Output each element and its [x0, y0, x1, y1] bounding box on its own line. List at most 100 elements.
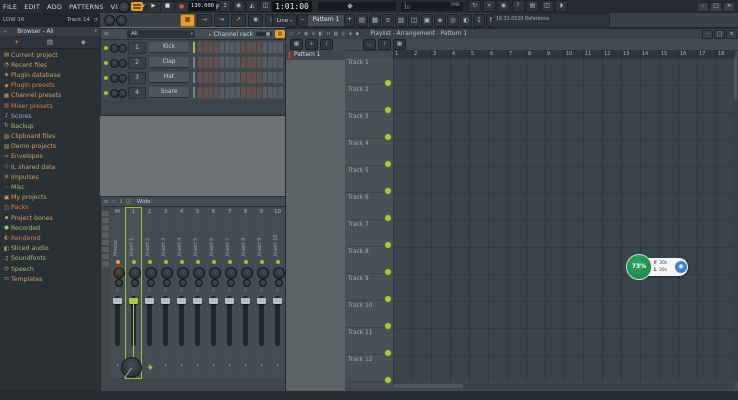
- plugin-database-icon[interactable]: ◈: [434, 14, 446, 27]
- graph-editor-button[interactable]: ▥: [275, 30, 285, 38]
- browser-item[interactable]: ▥ Mixer presets: [0, 101, 100, 111]
- zoom-icon[interactable]: ◎: [341, 31, 345, 37]
- mixer-sep-knob[interactable]: [275, 279, 283, 287]
- pencil-icon[interactable]: /: [378, 39, 391, 50]
- mixer-track[interactable]: 2 Insert 2 ↕ ▴: [142, 208, 157, 378]
- volume-fader[interactable]: [211, 296, 216, 346]
- main-volume-knob[interactable]: [104, 15, 115, 26]
- browser-item[interactable]: ▦ Channel presets: [0, 91, 100, 101]
- typing-keyboard-button[interactable]: ▦: [180, 14, 195, 27]
- mixer-track[interactable]: 3 Insert 3 ↕ ▴: [158, 208, 173, 378]
- mixer-mute-led[interactable]: [260, 260, 264, 264]
- menu-item[interactable]: EDIT: [24, 3, 40, 11]
- track-header[interactable]: Track 11: [345, 328, 393, 355]
- menu-item[interactable]: FILE: [3, 3, 17, 11]
- cut-icon[interactable]: ×: [483, 0, 496, 12]
- browser-item[interactable]: ◈ Plugin database: [0, 70, 100, 80]
- mixer-pan-knob[interactable]: [145, 267, 157, 279]
- mixer-mute-led[interactable]: [244, 260, 248, 264]
- track-mode-button[interactable]: [384, 322, 392, 330]
- mixer-track[interactable]: 7 Insert 7 ↕ ▴: [222, 208, 237, 378]
- fader-handle[interactable]: [113, 298, 122, 304]
- fader-handle[interactable]: [161, 298, 170, 304]
- track-mode-button[interactable]: [384, 349, 392, 357]
- track-mode-button[interactable]: [384, 79, 392, 87]
- recorder-percent-badge[interactable]: 73%: [626, 254, 652, 280]
- fader-handle[interactable]: [209, 298, 218, 304]
- plugin-slot-icon[interactable]: ◆: [148, 364, 153, 371]
- maximize-button[interactable]: □: [710, 2, 722, 12]
- mixer-titlebar[interactable]: ≡▭↥◫ Wide: [101, 197, 286, 207]
- mixer-track[interactable]: 1 Insert 1 ↕ ▴: [126, 208, 141, 378]
- mixer-mute-led[interactable]: [276, 260, 280, 264]
- minimize-button[interactable]: –: [697, 2, 709, 12]
- track-route-icon[interactable]: ▴: [206, 363, 221, 368]
- playlist-vertical-scrollbar[interactable]: [733, 58, 738, 382]
- recorder-camera-button[interactable]: ◉: [675, 261, 687, 273]
- browser-item[interactable]: ● Recorded: [0, 223, 100, 233]
- channel-name-button[interactable]: Clap: [149, 57, 189, 67]
- mixer-mute-led[interactable]: [228, 260, 232, 264]
- step-sequencer-cells[interactable]: [198, 87, 284, 98]
- track-route-icon[interactable]: ▴: [158, 363, 173, 368]
- volume-knob[interactable]: [118, 89, 127, 98]
- mixer-pan-knob[interactable]: [193, 267, 205, 279]
- touch-icon[interactable]: ◐: [460, 14, 472, 27]
- select-icon[interactable]: ▦: [333, 31, 338, 37]
- mixer-mute-led[interactable]: [212, 260, 216, 264]
- pattern-song-switch[interactable]: [131, 2, 143, 11]
- mixer-mute-led[interactable]: [180, 260, 184, 264]
- snap-selector[interactable]: Line ▾: [272, 14, 297, 27]
- volume-knob[interactable]: [118, 74, 127, 83]
- track-header[interactable]: Track 3: [345, 112, 393, 139]
- pattern-picker-item[interactable]: Pattern 1: [286, 50, 345, 60]
- playlist-grid[interactable]: [393, 58, 735, 382]
- mixer-track[interactable]: 10 Insert 10 ↕ ▴: [270, 208, 285, 378]
- mixer-pan-knob[interactable]: [209, 267, 221, 279]
- mixer-sep-knob[interactable]: [227, 279, 235, 287]
- track-mode-button[interactable]: [384, 187, 392, 195]
- step-sequencer-cells[interactable]: [198, 57, 284, 68]
- mixer-track[interactable]: 8 Insert 8 ↕ ▴: [238, 208, 253, 378]
- plugin-window-icon[interactable]: ◫: [541, 0, 554, 12]
- multilink-button[interactable]: ◉: [248, 14, 263, 27]
- browser-item[interactable]: ↻ Backup: [0, 121, 100, 131]
- mixer-sep-knob[interactable]: [195, 279, 203, 287]
- track-header[interactable]: Track 1: [345, 58, 393, 85]
- volume-fader[interactable]: [147, 296, 152, 346]
- track-route-icon[interactable]: ▴: [190, 363, 205, 368]
- mixer-view-icon[interactable]: ◫: [126, 199, 131, 205]
- track-route-icon[interactable]: ▴: [238, 363, 253, 368]
- playlist-horizontal-scrollbar[interactable]: [393, 383, 735, 389]
- export-icon[interactable]: ↧: [473, 14, 485, 27]
- volume-fader[interactable]: [131, 296, 136, 346]
- track-mode-button[interactable]: [384, 241, 392, 249]
- track-header[interactable]: Track 5: [345, 166, 393, 193]
- browser-item[interactable]: ◫ Packs: [0, 203, 100, 213]
- browser-item[interactable]: ▤ Current project: [0, 50, 100, 60]
- browser-item[interactable]: ◐ Rendered: [0, 233, 100, 243]
- mixer-track[interactable]: 5 Insert 5 ↕ ▴: [190, 208, 205, 378]
- mixer-pan-knob[interactable]: [273, 267, 285, 279]
- volume-fader[interactable]: [179, 296, 184, 346]
- browser-item[interactable]: ▭ Templates: [0, 274, 100, 284]
- track-mode-button[interactable]: [384, 106, 392, 114]
- mixer-menu-icon[interactable]: ≡: [104, 199, 108, 205]
- mixer-sep-knob[interactable]: [179, 279, 187, 287]
- browser-item[interactable]: ▧ Clipboard files: [0, 132, 100, 142]
- browser-icon[interactable]: ◫: [408, 14, 420, 27]
- track-header[interactable]: Track 4: [345, 139, 393, 166]
- mixer-mute-led[interactable]: [196, 260, 200, 264]
- mixer-sep-knob[interactable]: [259, 279, 267, 287]
- menu-item[interactable]: ADD: [47, 3, 62, 11]
- track-mode-button[interactable]: [384, 214, 392, 222]
- pattern-next-button[interactable]: +: [344, 14, 355, 27]
- mixer-track[interactable]: 6 Insert 6 ↕ ▴: [206, 208, 221, 378]
- volume-fader[interactable]: [163, 296, 168, 346]
- magnet-icon[interactable]: ◆: [355, 31, 359, 37]
- channel-filter-select[interactable]: All▾: [127, 30, 195, 38]
- auto-scroll-button[interactable]: →: [197, 14, 212, 27]
- typing-piano-icon[interactable]: ◫: [260, 0, 272, 12]
- track-header[interactable]: Track 9: [345, 274, 393, 301]
- volume-fader[interactable]: [243, 296, 248, 346]
